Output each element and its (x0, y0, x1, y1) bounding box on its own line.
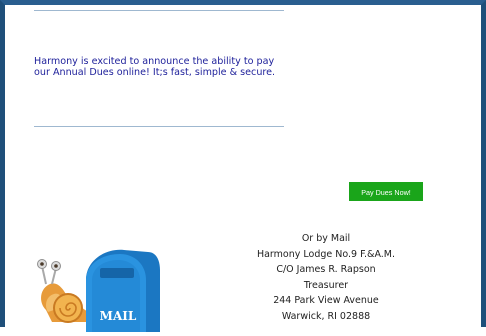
snail-mailbox-icon: MAIL (28, 240, 164, 332)
mail-title: Treasurer (303, 279, 349, 291)
announcement-line-1: Harmony is excited to announce the abili… (34, 56, 275, 67)
pay-dues-button[interactable]: Pay Dues Now! (349, 182, 423, 201)
mail-address-block: Or by Mail Harmony Lodge No.9 F.&A.M. C/… (236, 231, 416, 325)
announcement-text: Harmony is excited to announce the abili… (34, 56, 294, 78)
mail-city: Warwick, RI 02888 (281, 310, 371, 322)
middle-divider (34, 126, 284, 127)
mail-recipient: C/O James R. Rapson (276, 264, 376, 276)
mail-lodge-name: Harmony Lodge No.9 F.&A.M. (256, 248, 396, 260)
mailbox-label: MAIL (100, 309, 137, 323)
top-divider (34, 10, 284, 11)
mail-heading: Or by Mail (301, 233, 351, 244)
announcement-line-2: our Annual Dues online! It;s fast, simpl… (34, 66, 276, 78)
mail-street: 244 Park View Avenue (273, 295, 379, 307)
